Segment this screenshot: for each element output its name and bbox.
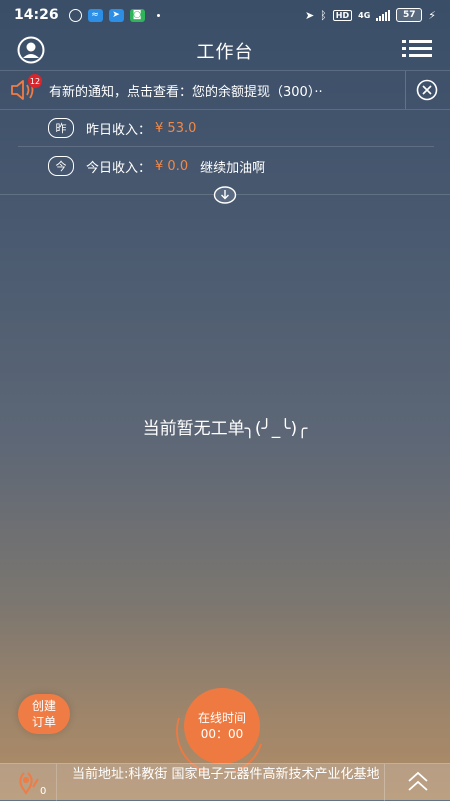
notification-badge: 12 <box>28 74 42 88</box>
signal-icon <box>376 9 391 21</box>
create-order-button[interactable]: 创建 订单 <box>18 694 70 734</box>
chevron-down-icon <box>213 186 237 204</box>
close-notice-button[interactable] <box>416 79 438 101</box>
create-order-label-line1: 创建 <box>31 699 56 713</box>
app-notification-icon: ≈ <box>87 8 103 22</box>
yesterday-income-amount: ¥ 53.0 <box>155 120 197 136</box>
wechat-icon: ◙ <box>129 8 145 22</box>
app-header: 工作台 <box>0 30 450 70</box>
today-income-row: 今 今日收入： ¥ 0.0 继续加油啊 <box>18 148 434 184</box>
online-time-value: 00：00 <box>200 727 244 741</box>
empty-work-order-message: 当前暂无工单╮(╯_╰)╭ <box>142 419 308 439</box>
battery-icon: 57 <box>396 8 423 22</box>
notification-text[interactable]: 有新的通知，点击查看：您的余额提现（300）·· <box>49 81 389 100</box>
yesterday-icon: 昨 <box>48 118 74 138</box>
create-order-label-line2: 订单 <box>31 715 56 729</box>
close-icon <box>416 79 438 101</box>
bottom-location-bar: 0 当前地址:科教街 国家电子元器件高新技术产业化基地 <box>0 763 450 801</box>
today-income-amount: ¥ 0.0 <box>155 158 189 174</box>
yesterday-income-row: 昨 昨日收入： ¥ 53.0 <box>18 110 434 147</box>
location-arrow-icon: ➤ <box>304 8 315 22</box>
double-chevron-up-icon <box>408 771 428 791</box>
network-type: 4G <box>358 10 371 20</box>
online-time-label: 在线时间 <box>197 711 246 725</box>
hd-badge: HD <box>332 9 353 21</box>
charging-icon: ⚡ <box>428 8 436 22</box>
page-title: 工作台 <box>196 42 254 63</box>
battery-level: 57 <box>403 10 416 20</box>
current-address: 当前地址:科教街 国家电子元器件高新技术产业化基地 <box>72 767 380 782</box>
online-time-circle: 在线时间 00：00 <box>184 688 260 764</box>
expand-up-button[interactable] <box>384 764 450 801</box>
send-icon: ➤ <box>108 8 124 22</box>
online-time-button[interactable]: 在线时间 00：00 <box>169 682 269 772</box>
notification-banner[interactable]: 12 有新的通知，点击查看：您的余额提现（300）·· <box>0 70 450 110</box>
more-notifications-icon <box>156 13 160 17</box>
today-income-note: 继续加油啊 <box>200 160 266 176</box>
menu-button[interactable] <box>402 38 432 60</box>
location-count: 0 <box>40 786 47 797</box>
yesterday-income-label: 昨日收入： <box>86 122 152 138</box>
status-time: 14:26 <box>14 7 59 23</box>
today-income-label: 今日收入： <box>86 160 152 176</box>
notice-divider <box>405 71 406 109</box>
expand-button[interactable] <box>213 186 237 204</box>
status-bar: 14:26 ≈ ➤ ◙ ➤ ᛒ HD 4G 57 ⚡ <box>0 0 450 30</box>
location-button[interactable]: 0 <box>0 764 57 801</box>
bluetooth-icon: ᛒ <box>320 8 327 22</box>
today-icon: 今 <box>48 156 74 176</box>
alarm-icon <box>68 8 82 22</box>
list-menu-icon <box>402 40 432 57</box>
